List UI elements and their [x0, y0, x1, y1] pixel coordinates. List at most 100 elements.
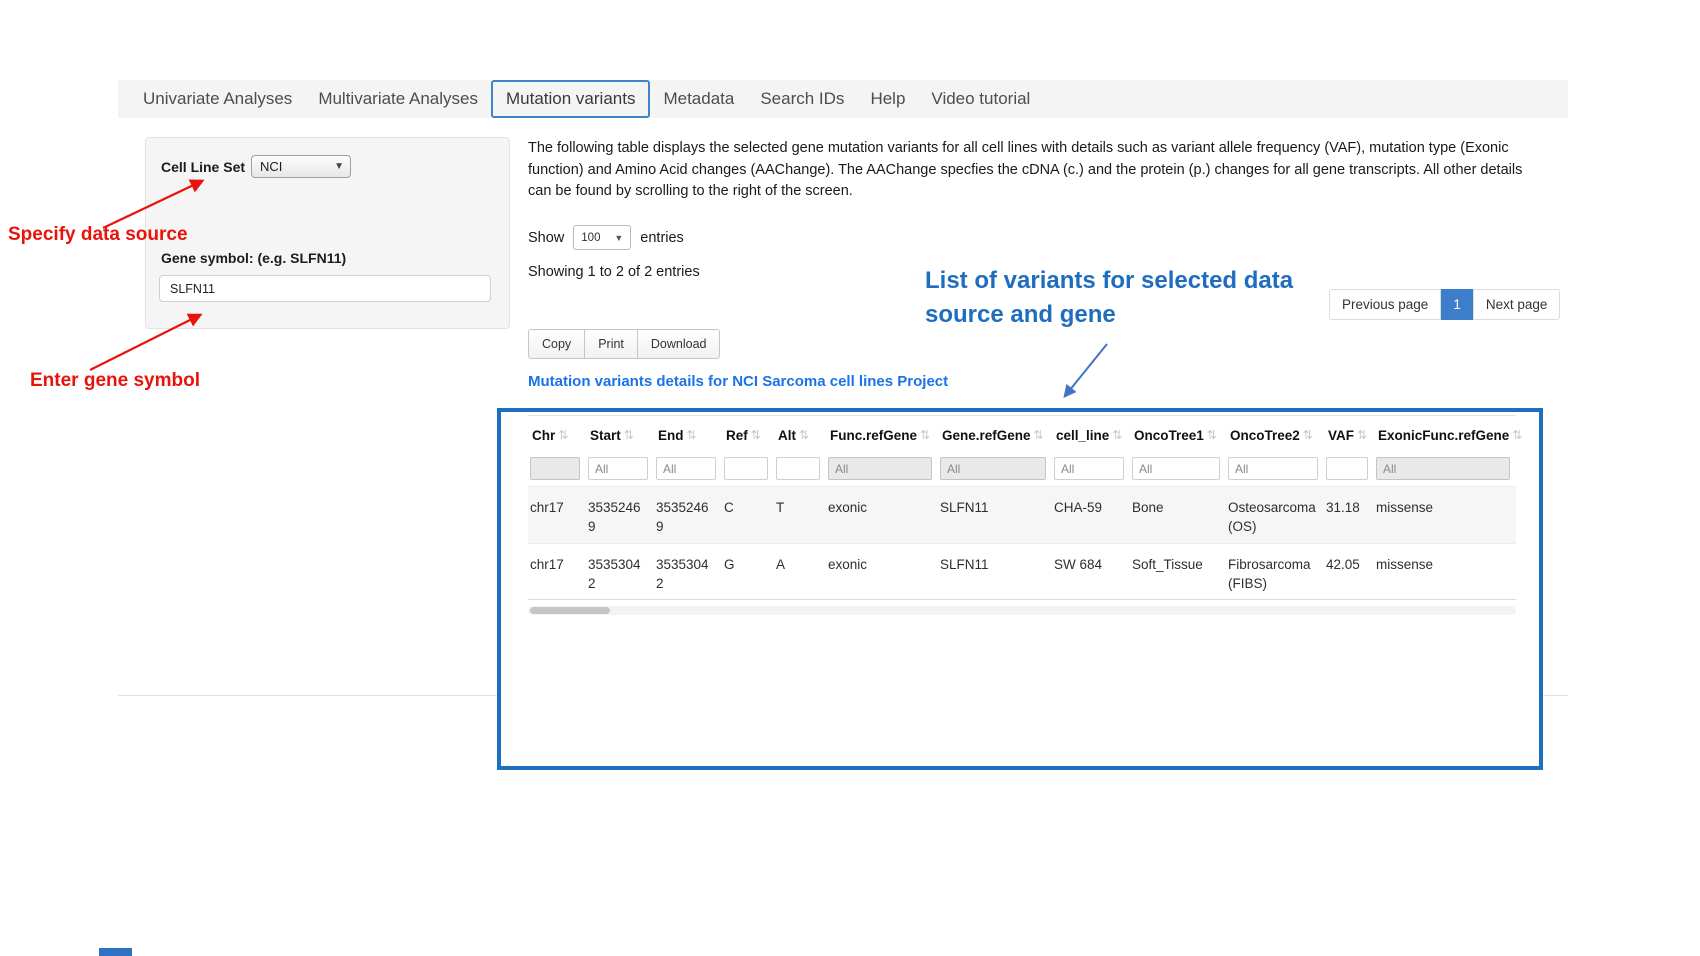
- column-label: VAF: [1328, 428, 1354, 443]
- sort-icon[interactable]: ⇅: [1034, 428, 1044, 442]
- top-navbar: Univariate Analyses Multivariate Analyse…: [118, 80, 1568, 118]
- cell-alt: T: [774, 487, 826, 543]
- cell-start: 35353042: [586, 544, 654, 599]
- column-header-vaf[interactable]: VAF⇅: [1324, 416, 1374, 453]
- horizontal-scrollbar[interactable]: [528, 606, 1516, 615]
- annotation-enter-gene-symbol: Enter gene symbol: [30, 370, 200, 392]
- annotation-specify-data-source: Specify data source: [8, 224, 188, 246]
- tab-help[interactable]: Help: [857, 80, 918, 118]
- cell-cell-line: SW 684: [1052, 544, 1130, 599]
- tab-univariate-analyses[interactable]: Univariate Analyses: [130, 80, 305, 118]
- next-page-button[interactable]: Next page: [1473, 289, 1561, 320]
- sort-icon[interactable]: ⇅: [1357, 428, 1367, 442]
- sort-icon[interactable]: ⇅: [920, 428, 930, 442]
- column-header-start[interactable]: Start⇅: [586, 416, 654, 453]
- filter-vaf[interactable]: [1326, 457, 1368, 480]
- sort-icon[interactable]: ⇅: [1303, 428, 1313, 442]
- sort-icon[interactable]: ⇅: [624, 428, 634, 442]
- tab-mutation-variants[interactable]: Mutation variants: [491, 80, 650, 118]
- filter-exonicfunc-refgene[interactable]: [1376, 457, 1510, 480]
- filter-alt[interactable]: [776, 457, 820, 480]
- column-label: Chr: [532, 428, 555, 443]
- sort-icon[interactable]: ⇅: [799, 428, 809, 442]
- show-label: Show: [528, 230, 564, 246]
- tab-metadata[interactable]: Metadata: [650, 80, 747, 118]
- export-button-group: Copy Print Download: [528, 329, 720, 359]
- sort-icon[interactable]: ⇅: [1112, 428, 1122, 442]
- page-length-select[interactable]: 100 ▼: [573, 225, 631, 250]
- column-label: Func.refGene: [830, 428, 917, 443]
- cell-exonicfunc-refgene: missense: [1374, 487, 1516, 543]
- cell-cell-line: CHA-59: [1052, 487, 1130, 543]
- tab-video-tutorial[interactable]: Video tutorial: [918, 80, 1043, 118]
- filter-start[interactable]: [588, 457, 648, 480]
- cell-chr: chr17: [528, 487, 586, 543]
- column-label: OncoTree1: [1134, 428, 1204, 443]
- gene-symbol-label: Gene symbol: (e.g. SLFN11): [161, 250, 346, 266]
- controls-panel: Cell Line Set NCI ▼ Gene symbol: (e.g. S…: [145, 137, 510, 329]
- variants-table-frame: Chr⇅ Start⇅ End⇅ Ref⇅ Alt⇅ Func.refGene⇅…: [497, 408, 1543, 770]
- column-label: OncoTree2: [1230, 428, 1300, 443]
- scrollbar-thumb[interactable]: [530, 607, 610, 614]
- filter-func-refgene[interactable]: [828, 457, 932, 480]
- cell-end: 35352469: [654, 487, 722, 543]
- column-header-end[interactable]: End⇅: [654, 416, 722, 453]
- column-label: Gene.refGene: [942, 428, 1031, 443]
- print-button[interactable]: Print: [584, 329, 638, 359]
- arrow-variants-list: [1065, 344, 1107, 396]
- column-header-oncotree1[interactable]: OncoTree1⇅: [1130, 416, 1226, 453]
- filter-end[interactable]: [656, 457, 716, 480]
- page-1-button[interactable]: 1: [1441, 289, 1473, 320]
- filter-oncotree2[interactable]: [1228, 457, 1318, 480]
- column-header-cell-line[interactable]: cell_line⇅: [1052, 416, 1130, 453]
- filter-gene-refgene[interactable]: [940, 457, 1046, 480]
- copy-button[interactable]: Copy: [528, 329, 585, 359]
- column-header-ref[interactable]: Ref⇅: [722, 416, 774, 453]
- tab-multivariate-analyses[interactable]: Multivariate Analyses: [305, 80, 491, 118]
- cell-vaf: 42.05: [1324, 544, 1374, 599]
- tab-search-ids[interactable]: Search IDs: [747, 80, 857, 118]
- download-button[interactable]: Download: [637, 329, 721, 359]
- previous-page-button[interactable]: Previous page: [1329, 289, 1441, 320]
- filter-ref[interactable]: [724, 457, 768, 480]
- chevron-down-icon: ▼: [334, 161, 344, 172]
- cell-line-set-label: Cell Line Set: [161, 159, 245, 175]
- cell-line-set-select[interactable]: NCI ▼: [251, 155, 351, 178]
- column-header-func-refgene[interactable]: Func.refGene⇅: [826, 416, 938, 453]
- cell-vaf: 31.18: [1324, 487, 1374, 543]
- annotation-variants-list: List of variants for selected data sourc…: [925, 264, 1325, 332]
- cell-ref: G: [722, 544, 774, 599]
- cell-ref: C: [722, 487, 774, 543]
- cell-oncotree1: Soft_Tissue: [1130, 544, 1226, 599]
- sort-icon[interactable]: ⇅: [687, 428, 697, 442]
- chevron-down-icon: ▼: [614, 233, 623, 243]
- column-header-gene-refgene[interactable]: Gene.refGene⇅: [938, 416, 1052, 453]
- filter-cell-line[interactable]: [1054, 457, 1124, 480]
- sort-icon[interactable]: ⇅: [751, 428, 761, 442]
- sort-icon[interactable]: ⇅: [1512, 428, 1522, 442]
- column-header-chr[interactable]: Chr⇅: [528, 416, 586, 453]
- page-length-value: 100: [581, 232, 600, 244]
- cell-alt: A: [774, 544, 826, 599]
- sort-icon[interactable]: ⇅: [558, 428, 568, 442]
- cell-gene-refgene: SLFN11: [938, 544, 1052, 599]
- column-header-alt[interactable]: Alt⇅: [774, 416, 826, 453]
- cell-start: 35352469: [586, 487, 654, 543]
- cell-func-refgene: exonic: [826, 544, 938, 599]
- table-filter-row: [528, 453, 1516, 486]
- table-row[interactable]: chr17 35352469 35352469 C T exonic SLFN1…: [528, 486, 1516, 543]
- cell-chr: chr17: [528, 544, 586, 599]
- cell-end: 35353042: [654, 544, 722, 599]
- gene-symbol-input[interactable]: [159, 275, 491, 302]
- cell-func-refgene: exonic: [826, 487, 938, 543]
- column-label: ExonicFunc.refGene: [1378, 428, 1509, 443]
- sort-icon[interactable]: ⇅: [1207, 428, 1217, 442]
- filter-chr[interactable]: [530, 457, 580, 480]
- column-header-exonicfunc-refgene[interactable]: ExonicFunc.refGene⇅: [1374, 416, 1516, 453]
- cell-oncotree1: Bone: [1130, 487, 1226, 543]
- table-row[interactable]: chr17 35353042 35353042 G A exonic SLFN1…: [528, 543, 1516, 600]
- filter-oncotree1[interactable]: [1132, 457, 1220, 480]
- column-header-oncotree2[interactable]: OncoTree2⇅: [1226, 416, 1324, 453]
- showing-entries-info: Showing 1 to 2 of 2 entries: [528, 264, 700, 280]
- column-label: Start: [590, 428, 621, 443]
